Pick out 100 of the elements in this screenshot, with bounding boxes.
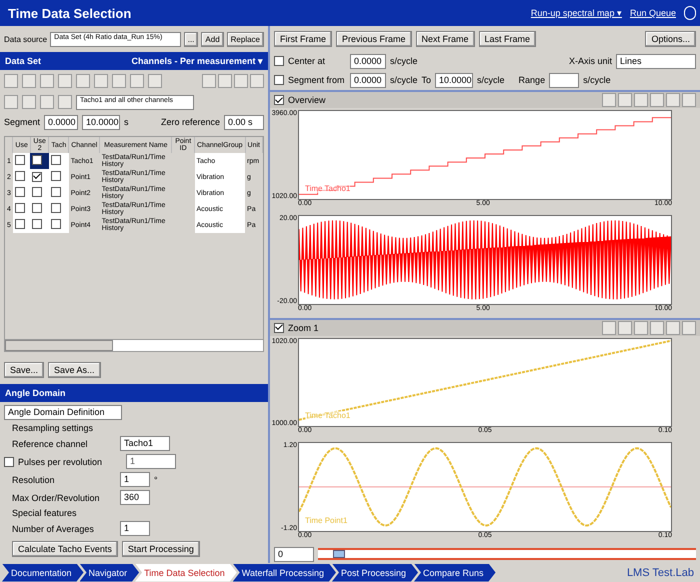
toolbar-icon[interactable] (618, 320, 632, 334)
toolbar-icon[interactable] (218, 74, 232, 88)
toolbar-icon[interactable] (682, 93, 696, 107)
checkbox[interactable] (50, 155, 61, 165)
header-link[interactable]: Run Queue (630, 8, 676, 18)
toolbar-icon[interactable] (634, 93, 648, 107)
toolbar-icon[interactable] (4, 95, 18, 109)
toolbar-icon[interactable] (22, 74, 36, 88)
workflow-tab[interactable]: Documentation (2, 564, 84, 582)
checkbox[interactable] (14, 155, 25, 165)
input-field[interactable]: 1 (120, 521, 150, 536)
checkbox[interactable] (274, 95, 284, 105)
unit-label: s (124, 117, 129, 127)
toolbar-icon[interactable] (202, 74, 216, 88)
save-button[interactable]: Save As... (48, 362, 101, 378)
toolbar-icon[interactable] (58, 95, 72, 109)
input-field[interactable]: 1 (126, 454, 176, 469)
field-label: Segment (4, 117, 40, 127)
toolbar-icon[interactable] (40, 74, 54, 88)
segment-from-field[interactable]: 0.0000 (44, 114, 78, 130)
toolbar-icon[interactable] (112, 74, 126, 88)
toolbar-icon[interactable] (602, 320, 616, 334)
checkbox[interactable] (14, 203, 25, 213)
source-button[interactable]: Add (201, 32, 224, 46)
toolbar-icon[interactable] (40, 95, 54, 109)
slider-thumb[interactable] (333, 550, 346, 558)
toolbar-icon[interactable] (650, 93, 664, 107)
segment-to-field[interactable]: 10.0000 (435, 72, 474, 88)
table-cell[interactable] (30, 169, 49, 185)
field-label: Resolution (12, 474, 56, 484)
range-field[interactable] (549, 72, 580, 88)
input-field[interactable]: 360 (120, 490, 150, 505)
checkbox[interactable] (274, 75, 284, 85)
table-cell[interactable] (30, 185, 49, 201)
action-button[interactable]: Start Processing (122, 541, 200, 557)
source-button[interactable]: ... (184, 32, 198, 46)
input-field[interactable]: 1 (120, 472, 150, 487)
frame-button[interactable]: Last Frame (478, 31, 536, 47)
frame-button[interactable]: Previous Frame (336, 31, 412, 47)
workflow-tab[interactable]: Time Data Selection (135, 564, 237, 582)
channel-select[interactable]: Tacho1 (120, 436, 170, 451)
toolbar-icon[interactable] (76, 74, 90, 88)
toolbar-icon[interactable] (130, 74, 144, 88)
checkbox[interactable] (50, 219, 61, 229)
toolbar-icon[interactable] (666, 93, 680, 107)
workflow-tab[interactable]: Post Processing (332, 564, 418, 582)
checkbox[interactable] (274, 322, 284, 332)
toolbar-icon[interactable] (602, 93, 616, 107)
toolbar-icon[interactable] (666, 320, 680, 334)
x-axis-select[interactable]: Lines (616, 54, 696, 68)
frame-button[interactable]: Next Frame (416, 31, 475, 47)
checkbox[interactable] (4, 456, 14, 466)
toolbar-icon[interactable] (618, 93, 632, 107)
table-cell[interactable] (30, 217, 49, 233)
mode-select[interactable]: Angle Domain Definition (4, 405, 122, 420)
toolbar-icon[interactable] (250, 74, 264, 88)
toolbar-icon[interactable] (682, 320, 696, 334)
toolbar-icon[interactable] (634, 320, 648, 334)
action-button[interactable]: Calculate Tacho Events (12, 541, 118, 557)
workflow-tab[interactable]: Waterfall Processing (232, 564, 336, 582)
checkbox[interactable] (14, 187, 25, 197)
channels-menu[interactable]: Channels - Per measurement ▾ (131, 56, 263, 66)
checkbox[interactable] (274, 56, 284, 66)
toolbar-icon[interactable] (650, 320, 664, 334)
workflow-tab[interactable]: Compare Runs (414, 564, 496, 582)
center-field[interactable]: 0.0000 (350, 54, 386, 68)
checkbox[interactable] (32, 187, 42, 197)
table-cell[interactable] (30, 201, 49, 217)
section-title: Data Set (5, 56, 42, 66)
checkbox[interactable] (32, 219, 42, 229)
checkbox[interactable] (50, 203, 61, 213)
section-label: Special features (11, 508, 78, 518)
toolbar-icon[interactable] (22, 95, 36, 109)
toolbar-icon[interactable] (148, 74, 162, 88)
frame-button[interactable]: First Frame (274, 31, 332, 47)
header-link[interactable]: Run-up spectral map ▾ (530, 8, 622, 18)
checkbox[interactable] (50, 187, 61, 197)
window-title: Time Data Selection (8, 6, 132, 20)
checkbox[interactable] (14, 219, 25, 229)
toolbar-icon[interactable] (58, 74, 72, 88)
checkbox[interactable] (32, 172, 42, 182)
segment-to-field[interactable]: 10.0000 (82, 114, 120, 130)
source-button[interactable]: Replace (226, 32, 264, 46)
horizontal-scrollbar[interactable] (5, 339, 263, 351)
position-field[interactable]: 0 (274, 546, 314, 562)
toolbar-icon[interactable] (4, 74, 18, 88)
checkbox[interactable] (50, 171, 61, 181)
checkbox[interactable] (32, 203, 42, 213)
table-cell[interactable] (30, 153, 49, 169)
toolbar-icon[interactable] (234, 74, 248, 88)
save-button[interactable]: Save... (4, 362, 44, 378)
segment-from-field[interactable]: 0.0000 (350, 72, 386, 88)
unit-label: s/cycle (390, 75, 418, 85)
checkbox[interactable] (32, 155, 42, 165)
toolbar-icon[interactable] (94, 74, 108, 88)
info-icon[interactable] (684, 6, 696, 20)
workflow-tab[interactable]: Navigator (80, 564, 140, 582)
zero-reference-field[interactable]: 0.00 s (224, 114, 264, 130)
options-button[interactable]: Options... (645, 31, 696, 47)
checkbox[interactable] (14, 171, 25, 181)
